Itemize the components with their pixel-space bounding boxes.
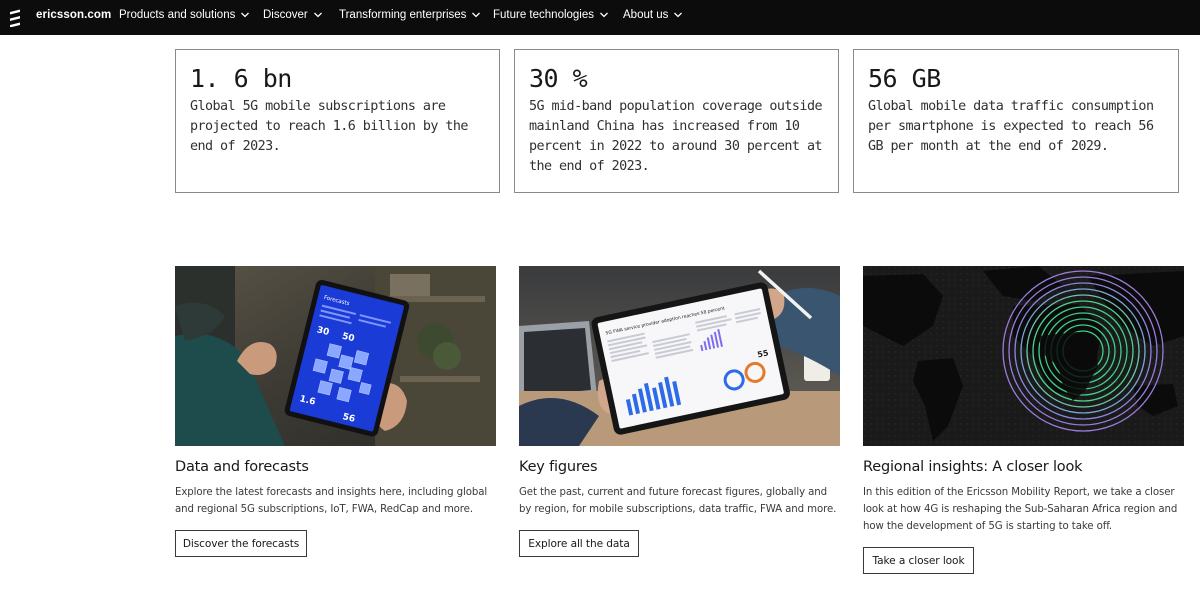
nav-item-products[interactable]: Products and solutions: [119, 9, 250, 21]
chevron-down-icon: [472, 12, 481, 18]
nav-item-about-us[interactable]: About us: [623, 9, 683, 21]
stat-card-subscriptions: 1. 6 bn Global 5G mobile subscriptions a…: [175, 49, 500, 193]
key-figures-image[interactable]: 5G FWA service provider adoption reaches…: [519, 266, 840, 446]
forecasts-tablet-illustration: Forecasts 30 50 1.6 56: [175, 266, 496, 446]
stat-description: 5G mid-band population coverage outside …: [529, 99, 823, 174]
chevron-down-icon: [674, 12, 683, 18]
forecasts-image[interactable]: Forecasts 30 50 1.6 56: [175, 266, 496, 446]
brand-link[interactable]: ericsson.com: [36, 9, 111, 21]
explore-data-button[interactable]: Explore all the data: [519, 530, 639, 557]
regional-insights-image[interactable]: [863, 266, 1184, 446]
nav-item-discover[interactable]: Discover: [263, 9, 323, 21]
card-title-data-forecasts: Data and forecasts: [175, 459, 309, 475]
nav-item-label: Future technologies: [493, 9, 595, 21]
card-title-key-figures: Key figures: [519, 459, 598, 475]
key-figures-tablet-illustration: 5G FWA service provider adoption reaches…: [519, 266, 840, 446]
nav-item-label: About us: [623, 9, 669, 21]
stat-value: 30 %: [529, 64, 588, 93]
top-nav: ericsson.com Products and solutions Disc…: [0, 0, 1200, 35]
card-title-regional-insights: Regional insights: A closer look: [863, 459, 1083, 475]
stat-card-data-traffic: 56 GB Global mobile data traffic consump…: [853, 49, 1179, 193]
discover-forecasts-button[interactable]: Discover the forecasts: [175, 530, 307, 557]
nav-item-label: Discover: [263, 9, 308, 21]
stat-value: 1. 6 bn: [190, 64, 292, 93]
ericsson-logo-icon[interactable]: [8, 9, 22, 27]
stat-description: Global mobile data traffic consumption p…: [868, 99, 1154, 154]
chevron-down-icon: [313, 12, 322, 18]
card-description: In this edition of the Ericsson Mobility…: [863, 487, 1178, 532]
chevron-down-icon: [600, 12, 608, 18]
nav-item-label: Products and solutions: [119, 9, 236, 21]
stat-description: Global 5G mobile subscriptions are proje…: [190, 99, 469, 154]
card-description: Get the past, current and future forecas…: [519, 487, 837, 515]
card-description: Explore the latest forecasts and insight…: [175, 487, 488, 515]
closer-look-button[interactable]: Take a closer look: [863, 547, 974, 574]
chevron-down-icon: [241, 12, 250, 18]
nav-item-future-technologies[interactable]: Future technologies: [493, 9, 609, 21]
stat-value: 56 GB: [868, 64, 941, 93]
stat-card-coverage: 30 % 5G mid-band population coverage out…: [514, 49, 839, 193]
world-map-illustration: [863, 266, 1184, 446]
nav-item-transforming-enterprises[interactable]: Transforming enterprises: [339, 9, 481, 21]
nav-item-label: Transforming enterprises: [339, 9, 467, 21]
